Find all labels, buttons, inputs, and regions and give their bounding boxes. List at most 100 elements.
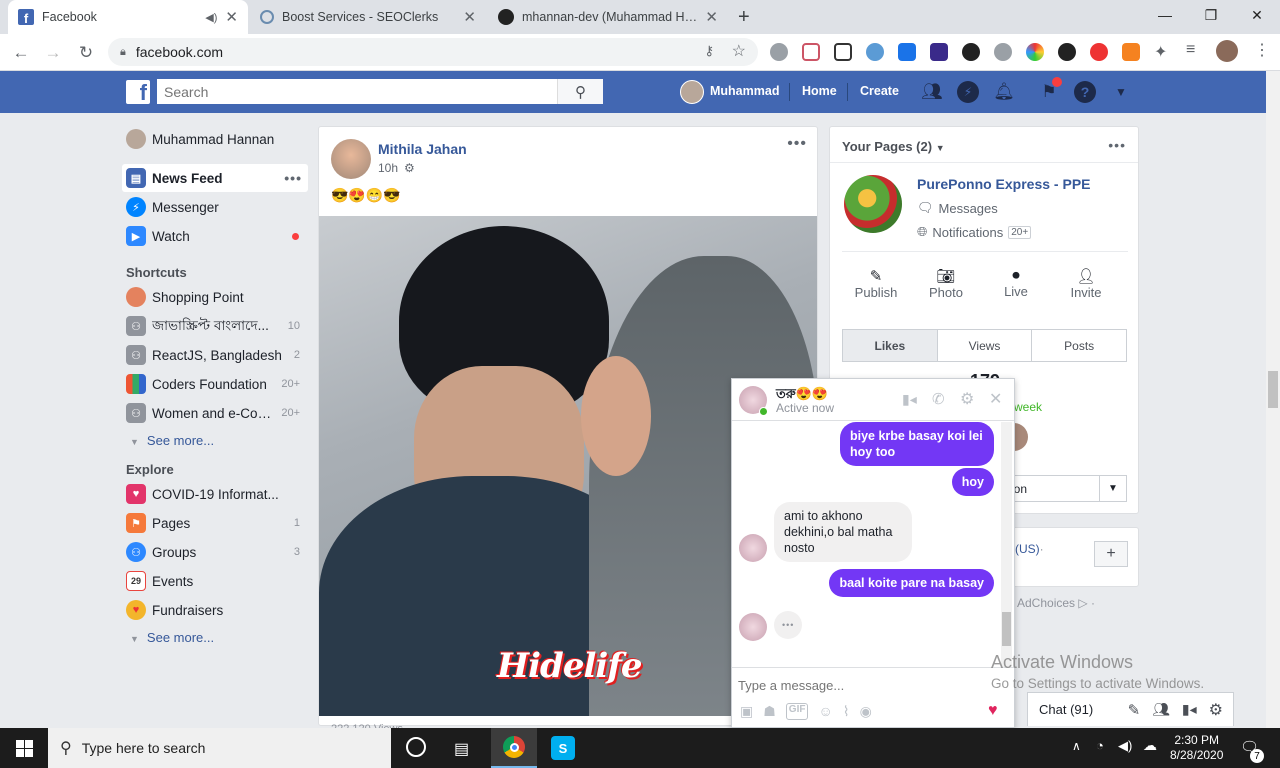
search-button[interactable]: ⚲ bbox=[557, 79, 603, 104]
tab-likes[interactable]: Likes bbox=[843, 330, 937, 361]
shortcut-item[interactable]: ⚇ জাভাস্ক্রিপ্ট বাংলাদে... 10 bbox=[122, 312, 308, 340]
live-button[interactable]: ⏺︎ Live bbox=[986, 267, 1046, 299]
shortcut-item[interactable]: Coders Foundation 20+ bbox=[122, 370, 308, 398]
tab-github[interactable]: mhannan-dev (Muhammad Hannan) ✕ bbox=[488, 0, 728, 34]
explore-item-covid[interactable]: ♥ COVID-19 Informat... bbox=[122, 480, 308, 508]
tab-seoclerks[interactable]: Boost Services - SEOClerks ✕ bbox=[250, 0, 486, 34]
profile-link[interactable]: Muhammad bbox=[710, 84, 779, 98]
friend-requests-icon[interactable]: 👥︎ bbox=[921, 81, 943, 103]
author-name[interactable]: Mithila Jahan bbox=[378, 141, 467, 157]
camera-icon[interactable]: ◉ bbox=[860, 703, 872, 720]
new-message-icon[interactable]: ✎ bbox=[1128, 701, 1141, 719]
extension-icon[interactable] bbox=[930, 43, 948, 61]
attachment-icon[interactable]: ⌇ bbox=[843, 703, 850, 720]
search-input[interactable] bbox=[157, 79, 557, 104]
extension-icon[interactable] bbox=[802, 43, 820, 61]
explore-item-events[interactable]: 29 Events bbox=[122, 567, 308, 595]
back-icon[interactable]: ← bbox=[8, 40, 34, 66]
onedrive-cloud-icon[interactable]: ☁ bbox=[1143, 737, 1157, 754]
shortcut-item[interactable]: ⚇ Women and e-Com... 20+ bbox=[122, 399, 308, 427]
volume-icon[interactable]: ◀) bbox=[1118, 738, 1132, 754]
message-input[interactable] bbox=[738, 675, 988, 695]
adchoices-link[interactable]: AdChoices ▷ · bbox=[1017, 596, 1095, 610]
react-devtools-icon[interactable] bbox=[962, 43, 980, 61]
post-time[interactable]: 10h bbox=[378, 161, 398, 175]
your-pages-title[interactable]: Your Pages (2) ▼ bbox=[842, 139, 945, 154]
taskbar-chrome[interactable] bbox=[491, 728, 537, 768]
messenger-icon[interactable]: ⚡︎ bbox=[957, 81, 979, 103]
publish-button[interactable]: ✎ Publish bbox=[846, 267, 906, 300]
clock[interactable]: 2:30 PM 8/28/2020 bbox=[1170, 733, 1223, 763]
author-avatar[interactable] bbox=[331, 139, 371, 179]
tab-posts[interactable]: Posts bbox=[1031, 330, 1126, 361]
sidebar-item-messenger[interactable]: ⚡︎ Messenger bbox=[122, 193, 308, 221]
chat-sidebar-bar[interactable]: Chat (91) ✎ 👥︎ ▮◂ ⚙ bbox=[1027, 692, 1234, 726]
create-link[interactable]: Create bbox=[860, 84, 899, 98]
sidebar-item-news-feed[interactable]: ▤ News Feed ••• bbox=[122, 164, 308, 192]
speaker-icon[interactable]: ◀) bbox=[205, 11, 217, 24]
language-link[interactable]: (US)· bbox=[1015, 542, 1044, 556]
sidebar-profile[interactable]: Muhammad Hannan bbox=[122, 125, 308, 153]
facebook-logo-icon[interactable]: f bbox=[126, 80, 150, 104]
extension-icon[interactable] bbox=[866, 43, 884, 61]
header-avatar[interactable] bbox=[680, 80, 704, 104]
page-notifications-link[interactable]: 🌐︎ Notifications 20+ bbox=[917, 224, 1032, 240]
explore-item-pages[interactable]: ⚑ Pages 1 bbox=[122, 509, 308, 537]
explore-item-fundraisers[interactable]: ♥ Fundraisers bbox=[122, 596, 308, 624]
reload-icon[interactable]: ↻ bbox=[73, 40, 99, 66]
new-group-icon[interactable]: 👥︎ bbox=[1152, 701, 1170, 718]
more-options-icon[interactable]: ••• bbox=[284, 170, 302, 186]
task-view-icon[interactable]: ▤ bbox=[454, 739, 469, 759]
close-window-button[interactable]: ✕ bbox=[1234, 0, 1280, 30]
heart-send-icon[interactable]: ♥ bbox=[988, 702, 998, 720]
see-more-shortcuts-link[interactable]: ▼ See more... bbox=[130, 433, 214, 448]
media-control-icon[interactable]: ≡ bbox=[1186, 41, 1195, 59]
profile-avatar[interactable] bbox=[1216, 40, 1238, 62]
maximize-button[interactable]: ❐ bbox=[1188, 0, 1234, 30]
scrollbar-thumb[interactable] bbox=[1268, 371, 1278, 408]
chat-scrollbar[interactable] bbox=[1001, 422, 1012, 667]
chrome-menu-icon[interactable]: ⋮ bbox=[1254, 40, 1270, 60]
extension-icon[interactable] bbox=[770, 43, 788, 61]
sticker-icon[interactable]: ☗ bbox=[763, 703, 776, 720]
tab-views[interactable]: Views bbox=[936, 330, 1032, 361]
extension-icon[interactable] bbox=[1058, 43, 1076, 61]
see-more-explore-link[interactable]: ▼ See more... bbox=[130, 630, 214, 645]
page-avatar[interactable] bbox=[844, 175, 902, 233]
notifications-bell-icon[interactable]: 🔔︎ bbox=[993, 81, 1015, 103]
help-icon[interactable]: ? bbox=[1074, 81, 1096, 103]
home-link[interactable]: Home bbox=[802, 84, 837, 98]
photo-upload-icon[interactable]: ▣ bbox=[740, 703, 753, 720]
extension-icon[interactable] bbox=[994, 43, 1012, 61]
emoji-icon[interactable]: ☺ bbox=[818, 703, 832, 720]
taskbar-search[interactable]: ⚲ Type here to search bbox=[48, 728, 391, 768]
page-name[interactable]: PurePonno Express - PPE bbox=[917, 176, 1091, 192]
gif-icon[interactable]: GIF bbox=[785, 703, 809, 720]
post-options-icon[interactable]: ••• bbox=[787, 135, 807, 153]
pages-options-icon[interactable]: ••• bbox=[1108, 137, 1126, 153]
extension-icon[interactable] bbox=[898, 43, 916, 61]
page-messages-link[interactable]: 🗨︎ Messages bbox=[917, 200, 998, 216]
scrollbar-thumb[interactable] bbox=[1002, 612, 1011, 646]
close-tab-icon[interactable]: ✕ bbox=[463, 8, 476, 26]
video-call-icon[interactable]: ▮◂ bbox=[902, 391, 917, 408]
chat-header[interactable]: তরু😍😍 Active now ▮◂ ✆ ⚙ ✕ bbox=[732, 379, 1014, 421]
chat-settings-gear-icon[interactable]: ⚙ bbox=[1209, 700, 1223, 720]
add-language-button[interactable]: + bbox=[1094, 541, 1128, 567]
cortana-icon[interactable] bbox=[406, 737, 426, 757]
shortcut-item[interactable]: ⚇ ReactJS, Bangladesh 2 bbox=[122, 341, 308, 369]
coupon-extension-icon[interactable] bbox=[1122, 43, 1140, 61]
extension-icon[interactable] bbox=[1090, 43, 1108, 61]
photo-button[interactable]: 📷︎ Photo bbox=[916, 267, 976, 300]
close-tab-icon[interactable]: ✕ bbox=[225, 8, 238, 26]
wifi-icon[interactable]: ◔ bbox=[1096, 738, 1104, 753]
minimize-button[interactable]: — bbox=[1142, 0, 1188, 30]
close-tab-icon[interactable]: ✕ bbox=[705, 8, 718, 26]
account-menu-chevron-down-icon[interactable]: ▼ bbox=[1110, 81, 1132, 103]
sidebar-item-watch[interactable]: ▶ Watch bbox=[122, 222, 308, 250]
bookmark-star-icon[interactable]: ☆ bbox=[732, 41, 746, 61]
color-picker-icon[interactable] bbox=[1026, 43, 1044, 61]
explore-item-groups[interactable]: ⚇ Groups 3 bbox=[122, 538, 308, 566]
phone-icon[interactable]: ✆ bbox=[932, 390, 945, 408]
extensions-puzzle-icon[interactable]: ✦ bbox=[1154, 42, 1167, 62]
